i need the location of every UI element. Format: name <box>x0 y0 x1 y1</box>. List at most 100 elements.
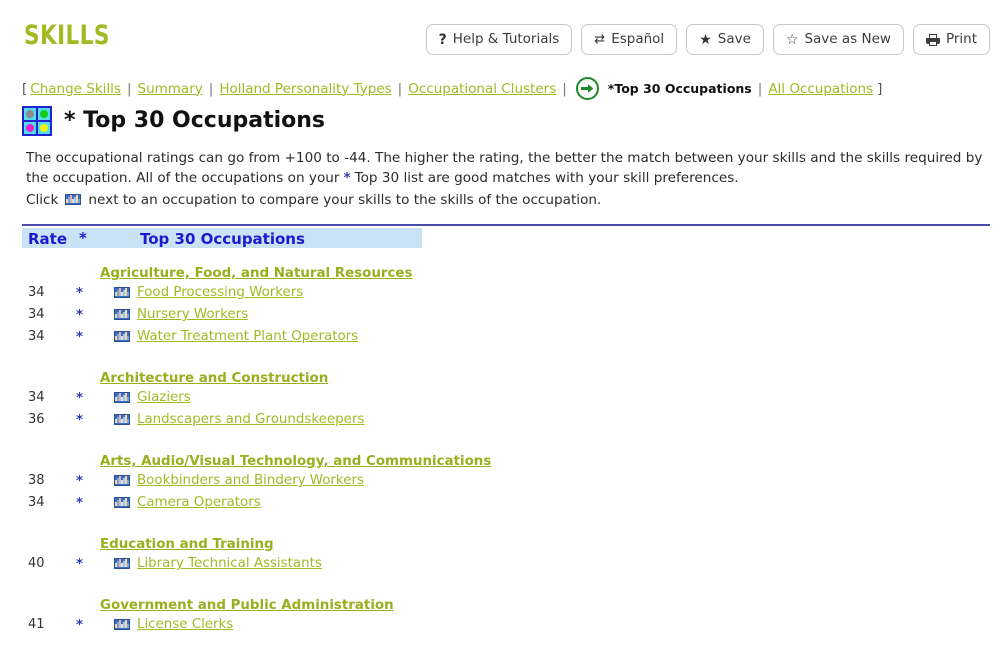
occupation-cluster: Agriculture, Food, and Natural Resources… <box>0 262 1000 348</box>
help-and-tutorials-label: Help & Tutorials <box>452 30 560 47</box>
occupation-link[interactable]: Food Processing Workers <box>137 282 303 304</box>
table-row: 34 * Nursery Workers <box>0 304 1000 326</box>
compare-chart-icon[interactable] <box>114 558 130 569</box>
occupation-rate: 34 <box>28 390 45 405</box>
table-row: 34 * Food Processing Workers <box>0 282 1000 304</box>
column-header-asterisk: * <box>79 229 87 247</box>
cluster-heading-link[interactable]: Government and Public Administration <box>100 598 394 614</box>
nav-separator: | <box>208 80 214 97</box>
column-header-occupations: Top 30 Occupations <box>140 230 305 248</box>
nav-separator: | <box>126 80 132 97</box>
compare-chart-icon[interactable] <box>114 309 130 320</box>
nav-current-top-30-occupations: *Top 30 Occupations <box>607 80 752 96</box>
occupation-cluster: Education and Training 40 * Library Technic… <box>0 533 1000 575</box>
occupation-link[interactable]: Library Technical Assistants <box>137 553 322 575</box>
top30-asterisk-icon: * <box>76 412 84 428</box>
occupation-link[interactable]: Camera Operators <box>137 492 261 514</box>
star-filled-icon: ★ <box>699 31 712 48</box>
occupation-rate: 38 <box>28 473 45 488</box>
table-row: 40 * Library Technical Assistants <box>0 553 1000 575</box>
star-outline-icon: ☆ <box>785 31 799 48</box>
help-and-tutorials-button[interactable]: ? Help & Tutorials <box>425 24 573 55</box>
skills-logo: SKILLS <box>24 20 110 51</box>
table-row: 34 * Glaziers <box>0 387 1000 409</box>
page-title: * Top 30 Occupations <box>64 108 326 133</box>
green-arrow-right-icon <box>575 77 599 100</box>
top30-asterisk-icon: * <box>76 390 84 406</box>
nav-link-change-skills[interactable]: Change Skills <box>30 80 121 98</box>
occupation-rate: 34 <box>28 285 45 300</box>
occupation-rate: 36 <box>28 412 45 427</box>
cluster-heading-link[interactable]: Agriculture, Food, and Natural Resources <box>100 266 412 282</box>
top30-asterisk-icon: * <box>76 329 84 345</box>
occupation-rate: 34 <box>28 495 45 510</box>
espanol-button[interactable]: ⇄ Español <box>581 24 678 55</box>
top30-asterisk-icon: * <box>76 285 84 301</box>
nav-separator: | <box>562 80 567 97</box>
compare-chart-icon[interactable] <box>114 414 130 425</box>
occupation-rate: 40 <box>28 556 45 571</box>
occupation-link[interactable]: Water Treatment Plant Operators <box>137 326 358 348</box>
table-top-rule <box>22 224 990 226</box>
cluster-heading-link[interactable]: Arts, Audio/Visual Technology, and Commu… <box>100 454 491 470</box>
occupation-cluster: Government and Public Administration 41 * L… <box>0 594 1000 636</box>
intro-asterisk-icon: * <box>343 170 351 186</box>
occupations-list: Agriculture, Food, and Natural Resources… <box>0 262 1000 655</box>
save-as-new-button[interactable]: ☆ Save as New <box>772 24 904 55</box>
intro-line-1b: Top 30 list are good matches with your s… <box>354 170 739 186</box>
cluster-heading-link[interactable]: Architecture and Construction <box>100 371 328 387</box>
occupation-link[interactable]: License Clerks <box>137 614 233 636</box>
occupation-rate: 41 <box>28 617 45 632</box>
nav-link-occupational-clusters[interactable]: Occupational Clusters <box>408 80 556 98</box>
print-button[interactable]: Print <box>912 24 990 55</box>
page-title-row: * Top 30 Occupations <box>22 106 325 136</box>
table-row: 36 * Landscapers and Groundskeepers <box>0 409 1000 431</box>
nav-link-summary[interactable]: Summary <box>138 80 203 98</box>
table-header: Rate * Top 30 Occupations <box>22 228 422 248</box>
compare-chart-icon[interactable] <box>114 497 130 508</box>
nav-link-all-occupations[interactable]: All Occupations <box>768 80 873 98</box>
occupation-link[interactable]: Glaziers <box>137 387 191 409</box>
top30-asterisk-icon: * <box>76 556 84 572</box>
intro-line-2a: Click <box>26 192 59 208</box>
save-as-new-label: Save as New <box>804 30 891 47</box>
page-header: SKILLS ? Help & Tutorials ⇄ Español ★ Sa… <box>0 0 1000 66</box>
nav-separator: | <box>397 80 403 97</box>
top30-asterisk-icon: * <box>76 617 84 633</box>
occupation-rate: 34 <box>28 329 45 344</box>
top30-asterisk-icon: * <box>76 307 84 323</box>
compare-chart-icon[interactable] <box>114 392 130 403</box>
table-row: 34 * Camera Operators <box>0 492 1000 514</box>
intro-text: The occupational ratings can go from +10… <box>26 148 986 210</box>
occupation-link[interactable]: Nursery Workers <box>137 304 248 326</box>
column-header-rate: Rate <box>28 230 68 248</box>
table-row: 38 * Bookbinders and Bindery Workers <box>0 470 1000 492</box>
compare-chart-icon <box>65 194 82 205</box>
compare-chart-icon[interactable] <box>114 287 130 298</box>
color-grid-icon <box>22 106 52 136</box>
occupation-cluster: Arts, Audio/Visual Technology, and Commu… <box>0 450 1000 514</box>
header-toolbar: ? Help & Tutorials ⇄ Español ★ Save ☆ Sa… <box>425 24 990 55</box>
compare-chart-icon[interactable] <box>114 619 130 630</box>
nav-link-holland-personality-types[interactable]: Holland Personality Types <box>219 80 391 98</box>
intro-line-2b: next to an occupation to compare your sk… <box>88 192 602 208</box>
swap-arrows-icon: ⇄ <box>594 32 606 47</box>
cluster-heading-link[interactable]: Education and Training <box>100 537 274 553</box>
breadcrumb: [ Change Skills | Summary | Holland Pers… <box>22 77 882 100</box>
breadcrumb-close-bracket: ] <box>877 80 883 97</box>
espanol-label: Español <box>611 30 665 47</box>
printer-icon <box>925 33 940 46</box>
top30-asterisk-icon: * <box>76 473 84 489</box>
nav-separator: | <box>757 80 763 97</box>
occupation-cluster: Architecture and Construction 34 * Glaziers… <box>0 367 1000 431</box>
table-row: 41 * License Clerks <box>0 614 1000 636</box>
print-label: Print <box>945 30 977 47</box>
compare-chart-icon[interactable] <box>114 331 130 342</box>
occupation-link[interactable]: Landscapers and Groundskeepers <box>137 409 364 431</box>
breadcrumb-open-bracket: [ <box>22 80 28 97</box>
occupation-rate: 34 <box>28 307 45 322</box>
save-button[interactable]: ★ Save <box>686 24 764 55</box>
save-label: Save <box>717 30 751 47</box>
occupation-link[interactable]: Bookbinders and Bindery Workers <box>137 470 364 492</box>
compare-chart-icon[interactable] <box>114 475 130 486</box>
